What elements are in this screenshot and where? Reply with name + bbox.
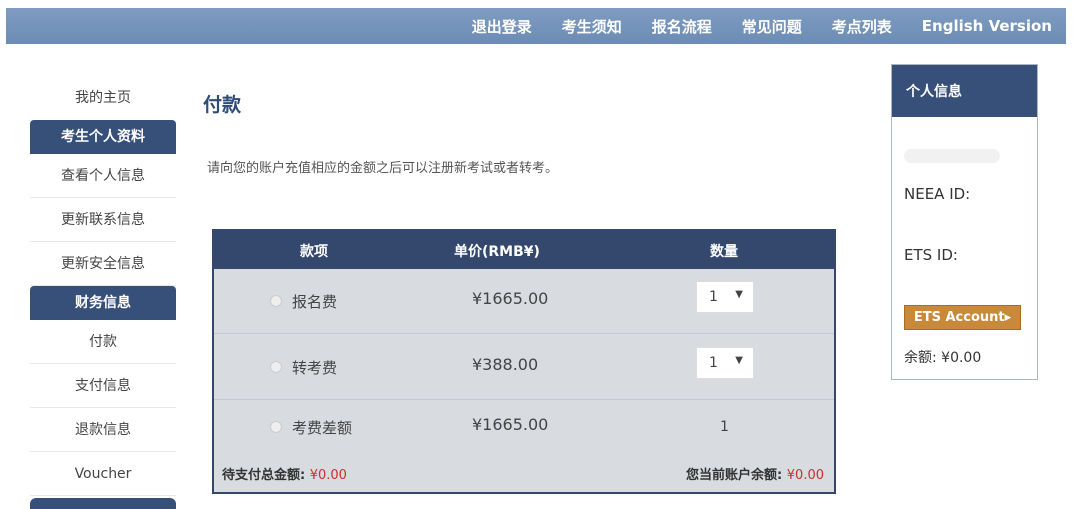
sidebar-next-section bbox=[30, 498, 176, 509]
intro-text: 请向您的账户充值相应的金额之后可以注册新考试或者转考。 bbox=[207, 161, 559, 176]
quantity-select[interactable]: 1 ▼ bbox=[696, 347, 754, 379]
row-name: 转考费 bbox=[292, 359, 338, 377]
sidebar-item-home[interactable]: 我的主页 bbox=[30, 76, 176, 120]
quantity-value: 1 bbox=[709, 289, 718, 305]
nav-candidate-notice[interactable]: 考生须知 bbox=[562, 16, 622, 37]
account-balance: 您当前账户余额: ¥0.00 bbox=[686, 464, 824, 483]
nav-logout[interactable]: 退出登录 bbox=[472, 16, 532, 37]
page-title: 付款 bbox=[203, 94, 242, 116]
dropdown-arrow-icon: ▼ bbox=[735, 289, 743, 300]
nav-english-version[interactable]: English Version bbox=[922, 17, 1052, 35]
neea-id-label: NEEA ID: bbox=[904, 185, 971, 203]
total-due: 待支付总金额: ¥0.00 bbox=[222, 464, 347, 483]
row-name: 报名费 bbox=[292, 293, 338, 311]
header-unit-price: 单价(RMB¥) bbox=[454, 244, 540, 260]
row-price: ¥388.00 bbox=[472, 355, 539, 374]
total-due-value: ¥0.00 bbox=[309, 468, 347, 483]
row-name: 考费差额 bbox=[292, 419, 353, 437]
profile-panel: 个人信息 NEEA ID: ETS ID: ETS Account▸ 余额: ¥… bbox=[891, 64, 1038, 380]
total-due-label: 待支付总金额: bbox=[222, 468, 306, 483]
table-header: 款项 单价(RMB¥) 数量 bbox=[214, 231, 834, 269]
sidebar-item-update-contact[interactable]: 更新联系信息 bbox=[30, 198, 176, 242]
nav-test-centers[interactable]: 考点列表 bbox=[832, 16, 892, 37]
sidebar-section-finance: 财务信息 bbox=[30, 286, 176, 320]
profile-title: 个人信息 bbox=[892, 65, 1037, 117]
quantity-select[interactable]: 1 ▼ bbox=[696, 281, 754, 313]
sidebar-item-payment-info[interactable]: 支付信息 bbox=[30, 364, 176, 408]
account-balance-value: ¥0.00 bbox=[786, 468, 824, 483]
sidebar-section-profile: 考生个人资料 bbox=[30, 120, 176, 154]
row-price: ¥1665.00 bbox=[472, 415, 549, 434]
row-radio[interactable] bbox=[270, 361, 282, 373]
sidebar-item-payment[interactable]: 付款 bbox=[30, 320, 176, 364]
row-price: ¥1665.00 bbox=[472, 289, 549, 308]
sidebar: 我的主页 考生个人资料 查看个人信息 更新联系信息 更新安全信息 财务信息 付款… bbox=[30, 76, 176, 509]
sidebar-item-view-info[interactable]: 查看个人信息 bbox=[30, 154, 176, 198]
sidebar-item-refund-info[interactable]: 退款信息 bbox=[30, 408, 176, 452]
quantity-value: 1 bbox=[709, 355, 718, 371]
table-row: 报名费 ¥1665.00 1 ▼ bbox=[214, 269, 834, 334]
sidebar-item-voucher[interactable]: Voucher bbox=[30, 452, 176, 496]
payment-table: 款项 单价(RMB¥) 数量 报名费 ¥1665.00 1 ▼ 转考费 ¥388… bbox=[212, 229, 836, 494]
row-radio[interactable] bbox=[270, 421, 282, 433]
row-radio[interactable] bbox=[270, 295, 282, 307]
table-row: 转考费 ¥388.00 1 ▼ bbox=[214, 335, 834, 400]
account-balance-label: 您当前账户余额: bbox=[686, 468, 783, 483]
dropdown-arrow-icon: ▼ bbox=[735, 355, 743, 366]
header-item: 款项 bbox=[300, 244, 328, 260]
ets-id-label: ETS ID: bbox=[904, 246, 958, 264]
balance-text: 余额: ¥0.00 bbox=[904, 350, 982, 366]
header-quantity: 数量 bbox=[710, 244, 738, 260]
ets-account-button[interactable]: ETS Account▸ bbox=[904, 305, 1021, 330]
sidebar-item-update-security[interactable]: 更新安全信息 bbox=[30, 242, 176, 286]
top-nav: 退出登录 考生须知 报名流程 常见问题 考点列表 English Version bbox=[6, 8, 1066, 44]
table-row: 考费差额 ¥1665.00 1 bbox=[214, 401, 834, 453]
quantity-value: 1 bbox=[720, 419, 729, 435]
blurred-name bbox=[904, 149, 1000, 163]
nav-faq[interactable]: 常见问题 bbox=[742, 16, 802, 37]
nav-registration-process[interactable]: 报名流程 bbox=[652, 16, 712, 37]
